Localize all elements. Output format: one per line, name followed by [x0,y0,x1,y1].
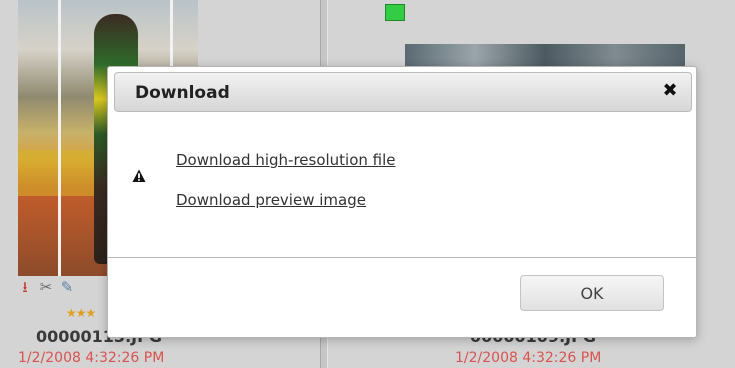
cut-icon[interactable]: ✂ [37,278,55,296]
dialog-divider [108,257,696,258]
ok-button[interactable]: OK [520,275,664,311]
edit-icon[interactable]: ✎ [58,278,76,296]
download-high-resolution-link[interactable]: Download high-resolution file [176,151,396,169]
download-icon[interactable]: ⭳ [16,278,34,296]
rating-stars[interactable]: ★★★ [66,306,96,320]
download-preview-link[interactable]: Download preview image [176,191,366,209]
date-right: 1/2/2008 4:32:26 PM [455,350,602,366]
download-dialog: Download ✖ Download high-resolution file… [107,66,697,338]
dialog-title: Download [135,83,230,103]
thumbnail-toolbar: ⭳ ✂ ✎ [16,278,76,296]
date-left: 1/2/2008 4:32:26 PM [18,350,165,366]
thumbnail-frame-left [58,0,61,276]
close-icon[interactable]: ✖ [659,80,681,102]
status-indicator [385,4,405,21]
dialog-header: Download ✖ [114,72,692,112]
warning-icon [132,169,146,182]
